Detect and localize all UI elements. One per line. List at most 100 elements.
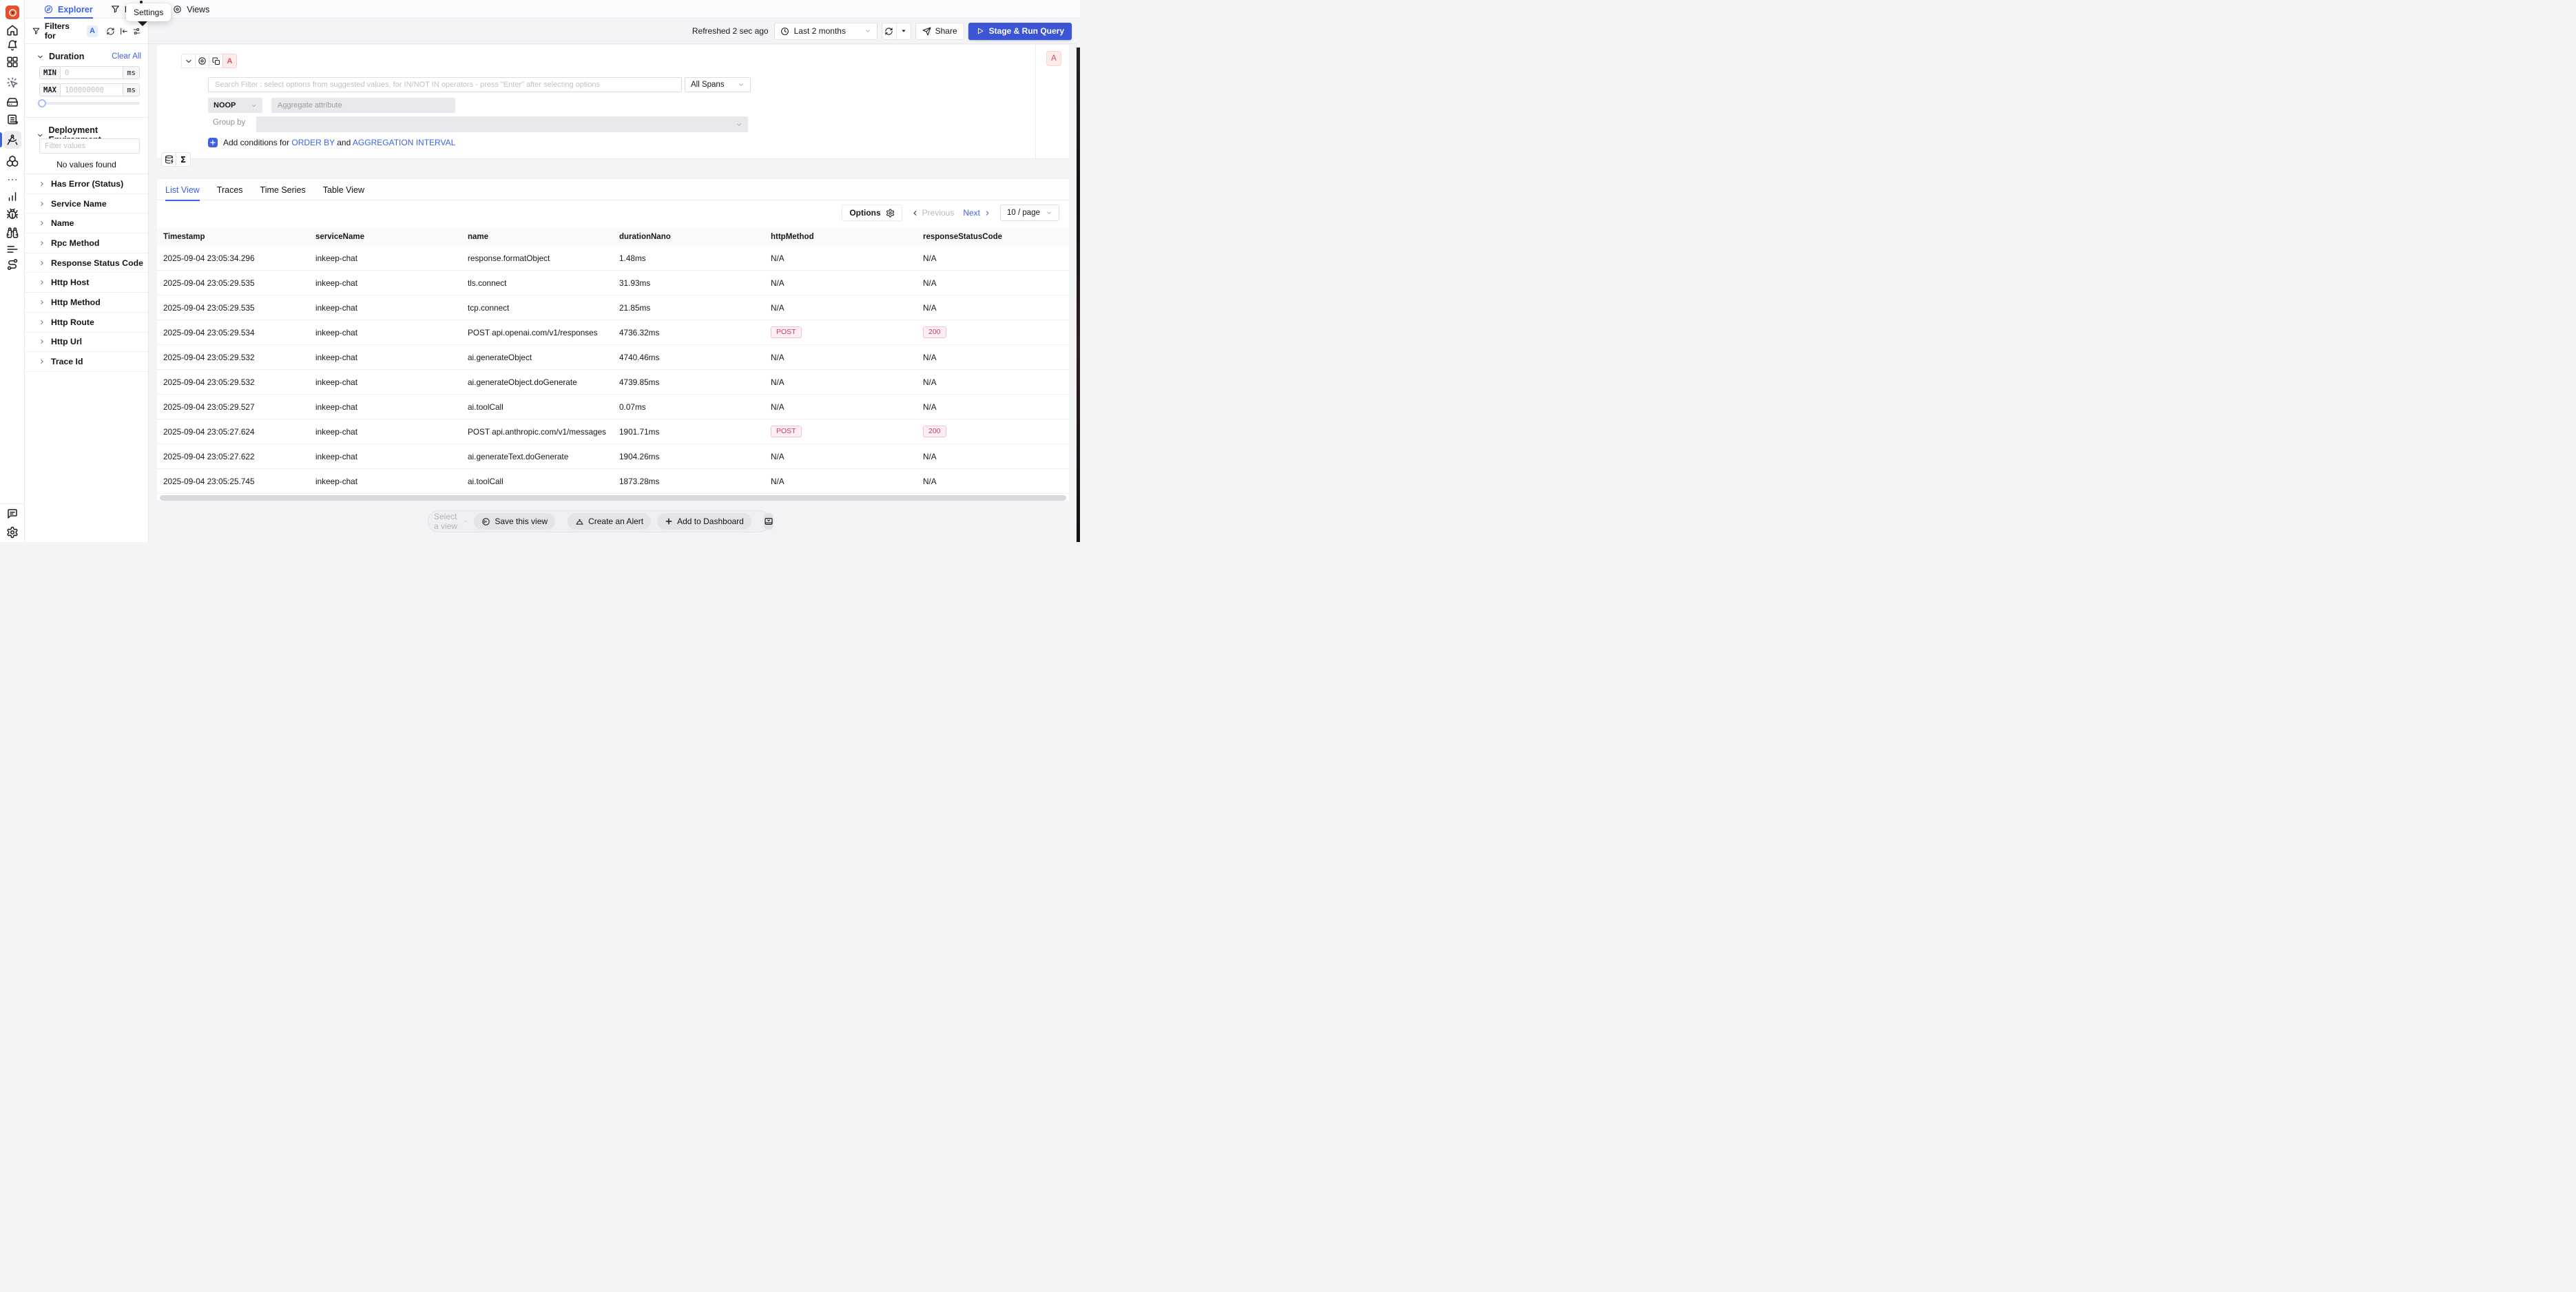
filters-query-chip[interactable]: A xyxy=(87,25,98,37)
filter-section-http-url[interactable]: Http Url xyxy=(25,333,148,353)
results-tab-traces[interactable]: Traces xyxy=(217,179,243,200)
support-chat-icon[interactable] xyxy=(6,508,19,520)
clear-all-link[interactable]: Clear All xyxy=(112,52,141,61)
refresh-options-button[interactable] xyxy=(896,23,911,39)
filter-section-service-name[interactable]: Service Name xyxy=(25,194,148,214)
table-row[interactable]: 2025-09-04 23:05:29.532inkeep-chatai.gen… xyxy=(157,345,1069,370)
desktop-background-strip xyxy=(1077,48,1080,542)
tab-views[interactable]: Views xyxy=(173,0,209,19)
cell-Timestamp: 2025-09-04 23:05:27.622 xyxy=(157,452,309,461)
table-row[interactable]: 2025-09-04 23:05:29.535inkeep-chattls.co… xyxy=(157,271,1069,295)
alerts-bell-icon[interactable] xyxy=(6,39,19,52)
services-boxes-icon[interactable] xyxy=(6,155,19,167)
collapse-left-icon[interactable] xyxy=(119,27,128,36)
explorer-binoculars-icon[interactable] xyxy=(6,227,19,239)
duration-max-input[interactable] xyxy=(61,84,123,96)
filter-section-http-host[interactable]: Http Host xyxy=(25,273,148,293)
table-row[interactable]: 2025-09-04 23:05:25.745inkeep-chatai.too… xyxy=(157,469,1069,494)
filter-section-rpc-method[interactable]: Rpc Method xyxy=(25,233,148,253)
signoz-logo[interactable] xyxy=(6,6,19,19)
add-to-dashboard-button[interactable]: Add to Dashboard xyxy=(657,513,751,530)
send-icon xyxy=(922,27,931,36)
table-row[interactable]: 2025-09-04 23:05:27.622inkeep-chatai.gen… xyxy=(157,444,1069,469)
exceptions-bug-icon[interactable] xyxy=(6,208,19,220)
settings-gear-icon[interactable] xyxy=(6,526,19,539)
group-by-input[interactable] xyxy=(256,116,748,132)
query-right-chip[interactable]: A xyxy=(1046,51,1061,66)
filter-section-name[interactable]: Name xyxy=(25,213,148,233)
formula-mode-button[interactable]: Σ xyxy=(176,152,191,167)
aggregation-interval-link[interactable]: AGGREGATION INTERVAL xyxy=(353,138,455,147)
time-range-picker[interactable]: Last 2 months xyxy=(774,23,877,40)
clone-query-button[interactable] xyxy=(209,54,223,68)
search-filter-input[interactable] xyxy=(208,77,682,92)
cell-Timestamp: 2025-09-04 23:05:29.535 xyxy=(157,278,309,288)
table-row[interactable]: 2025-09-04 23:05:29.534inkeep-chatPOST a… xyxy=(157,320,1069,345)
cell-durationNano: 1.48ms xyxy=(613,253,765,263)
results-tab-time-series[interactable]: Time Series xyxy=(260,179,306,200)
table-row[interactable]: 2025-09-04 23:05:29.535inkeep-chattcp.co… xyxy=(157,295,1069,320)
home-icon[interactable] xyxy=(6,24,19,37)
query-builder-mode-button[interactable] xyxy=(161,152,176,167)
logs-scroll-icon[interactable] xyxy=(6,114,19,126)
dock-panel-button[interactable] xyxy=(764,513,773,530)
duration-slider[interactable] xyxy=(39,102,140,105)
cell-Timestamp: 2025-09-04 23:05:29.527 xyxy=(157,402,309,412)
dashboards-grid-icon[interactable] xyxy=(6,56,19,68)
metrics-chart-icon[interactable] xyxy=(6,190,19,202)
results-tab-table-view[interactable]: Table View xyxy=(323,179,364,200)
status-badge: POST xyxy=(771,426,802,438)
cell-serviceName: inkeep-chat xyxy=(309,278,461,288)
add-condition-button[interactable] xyxy=(208,138,218,147)
select-view-dropdown[interactable]: Select a view xyxy=(434,512,468,531)
cell-durationNano: 21.85ms xyxy=(613,303,765,313)
filter-section-label: Service Name xyxy=(51,199,107,209)
options-button[interactable]: Options xyxy=(842,205,902,221)
refresh-button[interactable] xyxy=(882,23,896,39)
table-row[interactable]: 2025-09-04 23:05:29.527inkeep-chatai.too… xyxy=(157,395,1069,419)
billing-list-icon[interactable] xyxy=(6,243,19,256)
duration-slider-handle[interactable] xyxy=(38,99,46,107)
filter-section-response-status-code[interactable]: Response Status Code xyxy=(25,253,148,273)
aggregate-operator-select[interactable]: NOOP xyxy=(208,98,262,113)
cell-serviceName: inkeep-chat xyxy=(309,477,461,486)
pointer-click-icon[interactable] xyxy=(6,76,19,89)
save-view-button[interactable]: Save this view xyxy=(474,513,555,530)
stage-run-query-button[interactable]: Stage & Run Query xyxy=(968,23,1072,40)
settings-sliders-icon[interactable] xyxy=(132,27,141,36)
create-alert-button[interactable]: Create an Alert xyxy=(568,513,651,530)
table-row[interactable]: 2025-09-04 23:05:29.532inkeep-chatai.gen… xyxy=(157,370,1069,395)
infrastructure-server-icon[interactable] xyxy=(6,96,19,109)
more-ellipsis-icon[interactable] xyxy=(6,174,19,186)
cell-httpMethod: N/A xyxy=(765,278,917,288)
sync-icon[interactable] xyxy=(106,27,115,36)
query-visibility-button[interactable] xyxy=(195,54,209,68)
duration-min-input[interactable] xyxy=(61,67,123,79)
group-by-label: Group by xyxy=(213,118,245,127)
horizontal-scrollbar[interactable] xyxy=(160,495,1066,501)
filter-section-trace-id[interactable]: Trace Id xyxy=(25,352,148,372)
results-tab-list-view[interactable]: List View xyxy=(165,179,200,200)
next-page-button[interactable]: Next xyxy=(963,208,991,218)
order-by-link[interactable]: ORDER BY xyxy=(291,138,334,147)
collapse-query-button[interactable] xyxy=(181,54,196,68)
previous-page-button[interactable]: Previous xyxy=(911,208,955,218)
page-size-select[interactable]: 10 / page xyxy=(1000,205,1059,221)
chevron-right-icon xyxy=(39,279,45,286)
integrations-route-icon[interactable] xyxy=(6,258,19,271)
traces-compass-icon[interactable] xyxy=(6,134,19,146)
filter-section-has-error-status-[interactable]: Has Error (Status) xyxy=(25,174,148,194)
aggregate-attribute-input[interactable]: Aggregate attribute xyxy=(271,98,455,113)
table-row[interactable]: 2025-09-04 23:05:27.624inkeep-chatPOST a… xyxy=(157,419,1069,444)
share-button[interactable]: Share xyxy=(915,23,964,40)
deployment-filter-input[interactable] xyxy=(39,138,140,154)
next-label: Next xyxy=(963,208,980,218)
query-name-chip[interactable]: A xyxy=(222,54,237,68)
span-scope-select[interactable]: All Spans xyxy=(685,77,751,92)
filters-header: Filters for A xyxy=(25,19,148,44)
filter-section-http-route[interactable]: Http Route xyxy=(25,313,148,333)
duration-header[interactable]: Duration Clear All xyxy=(37,52,141,61)
filter-section-http-method[interactable]: Http Method xyxy=(25,293,148,313)
table-row[interactable]: 2025-09-04 23:05:34.296inkeep-chatrespon… xyxy=(157,246,1069,271)
tab-explorer[interactable]: Explorer xyxy=(44,0,93,19)
